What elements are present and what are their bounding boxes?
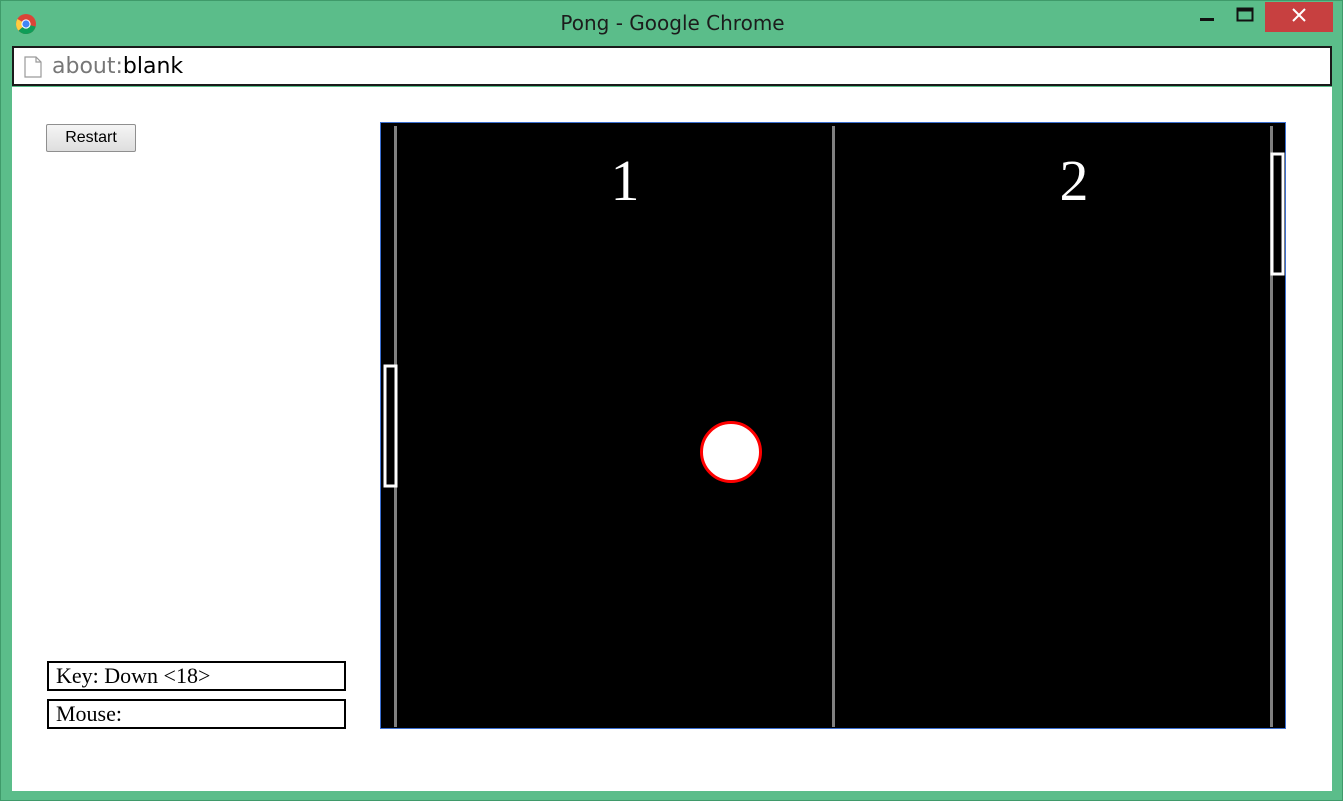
url-path: blank bbox=[122, 54, 184, 79]
minimize-icon bbox=[1199, 7, 1215, 27]
key-status-box: Key: Down <18> bbox=[47, 661, 346, 691]
browser-window: Pong - Google Chrome about:blank Restart… bbox=[0, 0, 1343, 801]
page-viewport: Restart Key: Down <18> Mouse: 1 2 bbox=[12, 87, 1332, 791]
maximize-icon bbox=[1236, 7, 1254, 27]
page-icon bbox=[24, 56, 42, 78]
right-score: 2 bbox=[1060, 148, 1089, 213]
mouse-status-box: Mouse: bbox=[47, 699, 346, 729]
right-paddle bbox=[1270, 152, 1285, 276]
minimize-button[interactable] bbox=[1193, 2, 1221, 32]
maximize-button[interactable] bbox=[1231, 2, 1259, 32]
title-bar[interactable]: Pong - Google Chrome bbox=[1, 1, 1343, 45]
restart-button[interactable]: Restart bbox=[46, 124, 136, 152]
url-scheme: about: bbox=[52, 54, 123, 79]
ball bbox=[700, 421, 762, 483]
pong-game-canvas[interactable]: 1 2 bbox=[380, 122, 1286, 729]
pong-field: 1 2 bbox=[383, 126, 1285, 727]
url-text[interactable]: about:blank bbox=[52, 54, 183, 79]
left-paddle bbox=[383, 364, 398, 488]
close-button[interactable] bbox=[1265, 2, 1333, 32]
address-bar[interactable]: about:blank bbox=[12, 46, 1332, 86]
left-score: 1 bbox=[611, 148, 640, 213]
window-title: Pong - Google Chrome bbox=[560, 11, 785, 35]
close-icon bbox=[1291, 7, 1307, 27]
